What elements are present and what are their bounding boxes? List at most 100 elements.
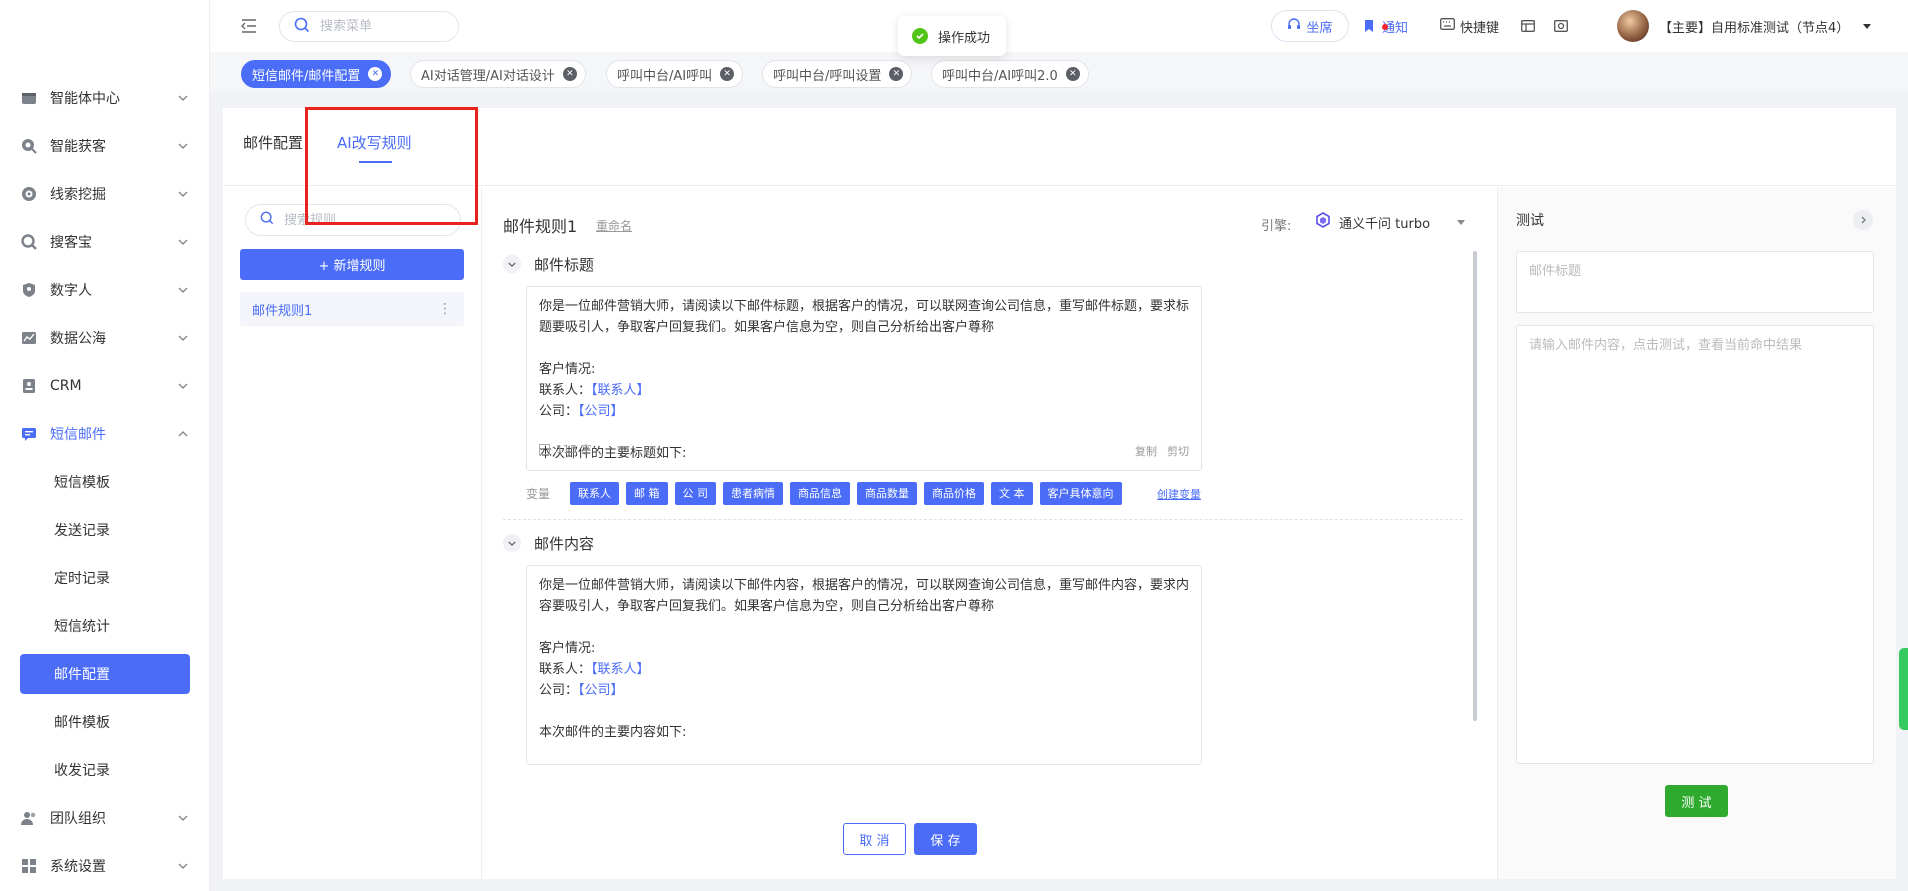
chevron-down-icon — [176, 859, 190, 873]
variable-chip[interactable]: 联系人 — [570, 481, 620, 505]
agent-center-icon — [20, 89, 38, 107]
avatar — [1617, 10, 1649, 42]
tab-ai-rules[interactable]: AI改写规则 — [337, 132, 412, 153]
menu-search-input[interactable] — [320, 19, 440, 34]
copy-button[interactable]: 复制 — [1135, 445, 1157, 458]
close-icon[interactable]: ✕ — [562, 67, 577, 81]
create-variable-link[interactable]: 创建变量 — [1157, 486, 1201, 502]
sidebar-item-lead-mining[interactable]: 线索挖掘 — [20, 174, 190, 214]
content-prompt-editor[interactable]: 你是一位邮件营销大师，请阅读以下邮件内容，根据客户的情况，可以联网查询公司信息，… — [526, 565, 1202, 765]
search-customer-icon — [20, 233, 38, 251]
search-icon — [294, 17, 310, 37]
digital-human-icon — [20, 281, 38, 299]
variable-chip[interactable]: 邮 箱 — [626, 481, 668, 505]
subject-prompt-editor[interactable]: 你是一位邮件营销大师，请阅读以下邮件标题，根据客户的情况，可以联网查询公司信息，… — [526, 286, 1202, 471]
subject-section-toggle[interactable]: 邮件标题 — [503, 253, 594, 275]
tag-mail-config[interactable]: 短信邮件/邮件配置 ✕ — [241, 60, 392, 88]
tag-ai-call-2[interactable]: 呼叫中台/AI呼叫2.0 ✕ — [931, 60, 1089, 88]
test-subject-field[interactable] — [1516, 251, 1874, 313]
chevron-right-icon[interactable] — [1853, 210, 1873, 230]
menu-collapse-icon[interactable] — [240, 17, 258, 35]
user-menu[interactable]: 【主要】自用标准测试（节点4） — [1617, 9, 1872, 43]
variable-company: 【公司】 — [578, 683, 624, 698]
variable-row: 变量 联系人 邮 箱 公 司 患者病情 商品信息 商品数量 商品价格 文 本 客… — [526, 481, 1129, 505]
chevron-down-icon — [176, 811, 190, 825]
variable-chip[interactable]: 商品价格 — [924, 481, 985, 505]
sidebar-item-agent-center[interactable]: 智能体中心 — [20, 78, 190, 118]
chevron-down-icon — [176, 187, 190, 201]
sidebar-subitem-sms-template[interactable]: 短信模板 — [20, 462, 190, 502]
tag-ai-dialog[interactable]: AI对话管理/AI对话设计 ✕ — [410, 60, 586, 88]
rule-search[interactable] — [245, 204, 461, 236]
sidebar-item-settings[interactable]: 系统设置 — [20, 846, 190, 886]
chevron-up-icon — [176, 427, 190, 441]
sidebar-subitem-scheduled-records[interactable]: 定时记录 — [20, 558, 190, 598]
side-drawer-handle[interactable] — [1899, 648, 1908, 730]
sidebar-item-team[interactable]: 团队组织 — [20, 798, 190, 838]
more-vertical-icon[interactable]: ⋮ — [438, 301, 452, 317]
hotkey-button[interactable]: 快捷键 — [1440, 10, 1499, 42]
variable-company: 【公司】 — [578, 404, 624, 419]
sidebar-item-crm[interactable]: CRM — [20, 366, 190, 406]
menu-search[interactable] — [279, 11, 459, 42]
check-circle-icon — [912, 28, 928, 44]
test-content-field[interactable] — [1516, 325, 1874, 764]
tag-ai-call[interactable]: 呼叫中台/AI呼叫 ✕ — [606, 60, 744, 88]
save-button[interactable]: 保 存 — [914, 823, 977, 855]
success-toast: 操作成功 — [898, 16, 1007, 56]
tag-call-settings[interactable]: 呼叫中台/呼叫设置 ✕ — [762, 60, 913, 88]
rename-link[interactable]: 重命名 — [596, 217, 632, 234]
rule-list-item[interactable]: 邮件规则1 ⋮ — [240, 292, 464, 326]
sidebar-item-digital-human[interactable]: 数字人 — [20, 270, 190, 310]
tags-bar: 短信邮件/邮件配置 ✕ AI对话管理/AI对话设计 ✕ 呼叫中台/AI呼叫 ✕ … — [210, 52, 1908, 92]
variable-chip[interactable]: 公 司 — [674, 481, 717, 505]
sidebar: 智能体中心 智能获客 线索挖掘 搜客宝 数字人 数据公海 CRM 短信邮件 短信… — [0, 0, 210, 891]
sidebar-item-search-customer[interactable]: 搜客宝 — [20, 222, 190, 262]
close-icon[interactable]: ✕ — [368, 67, 383, 81]
sidebar-subitem-sms-stats[interactable]: 短信统计 — [20, 606, 190, 646]
tab-bar: 邮件配置 AI改写规则 — [223, 108, 1896, 186]
editor-scrollbar[interactable] — [1473, 251, 1477, 721]
variable-chip[interactable]: 文 本 — [991, 481, 1033, 505]
sidebar-subitem-mail-records[interactable]: 收发记录 — [20, 750, 190, 790]
content-section-toggle[interactable]: 邮件内容 — [503, 532, 594, 554]
chevron-down-icon — [176, 235, 190, 249]
chevron-down-icon — [176, 331, 190, 345]
variable-chip[interactable]: 客户具体意向 — [1039, 481, 1122, 505]
notice-icon — [1363, 19, 1388, 33]
tab-mail-config[interactable]: 邮件配置 — [243, 132, 303, 153]
test-button[interactable]: 测 试 — [1665, 785, 1728, 817]
close-icon[interactable]: ✕ — [1065, 67, 1080, 81]
sidebar-subitem-mail-config[interactable]: 邮件配置 — [20, 654, 190, 694]
headset-icon — [1287, 17, 1306, 35]
sidebar-item-data-pool[interactable]: 数据公海 — [20, 318, 190, 358]
engine-label: 引擎: — [1261, 219, 1292, 234]
cut-button[interactable]: 剪切 — [1167, 445, 1189, 458]
char-count: 115 字 — [539, 439, 592, 460]
sidebar-item-sms-mail[interactable]: 短信邮件 — [20, 414, 190, 454]
editor-scroll-area[interactable]: 邮件标题 你是一位邮件营销大师，请阅读以下邮件标题，根据客户的情况，可以联网查询… — [483, 253, 1497, 819]
section-divider — [503, 519, 1463, 520]
data-pool-icon — [20, 329, 38, 347]
add-rule-button[interactable]: + 新增规则 — [240, 249, 464, 280]
chevron-down-icon — [503, 255, 521, 273]
cancel-button[interactable]: 取 消 — [843, 823, 906, 855]
variable-chip[interactable]: 商品数量 — [857, 481, 918, 505]
keyboard-icon — [1440, 18, 1460, 34]
notice-button[interactable]: 通知 — [1363, 10, 1408, 42]
variable-chip[interactable]: 商品信息 — [790, 481, 851, 505]
rule-search-input[interactable] — [284, 212, 434, 228]
sidebar-subitem-send-records[interactable]: 发送记录 — [20, 510, 190, 550]
close-icon[interactable]: ✕ — [889, 67, 904, 81]
chevron-down-icon — [176, 379, 190, 393]
variable-chip[interactable]: 患者病情 — [723, 481, 784, 505]
layout-icon[interactable] — [1520, 10, 1540, 42]
sidebar-item-customer-acquisition[interactable]: 智能获客 — [20, 126, 190, 166]
sidebar-subitem-mail-template[interactable]: 邮件模板 — [20, 702, 190, 742]
lead-mining-icon — [20, 185, 38, 203]
close-icon[interactable]: ✕ — [720, 67, 735, 81]
chevron-down-icon — [176, 91, 190, 105]
engine-select[interactable]: 通义千问 turbo — [1315, 209, 1465, 235]
seat-button[interactable]: 坐席 — [1271, 10, 1349, 42]
screenshot-icon[interactable] — [1553, 10, 1573, 42]
